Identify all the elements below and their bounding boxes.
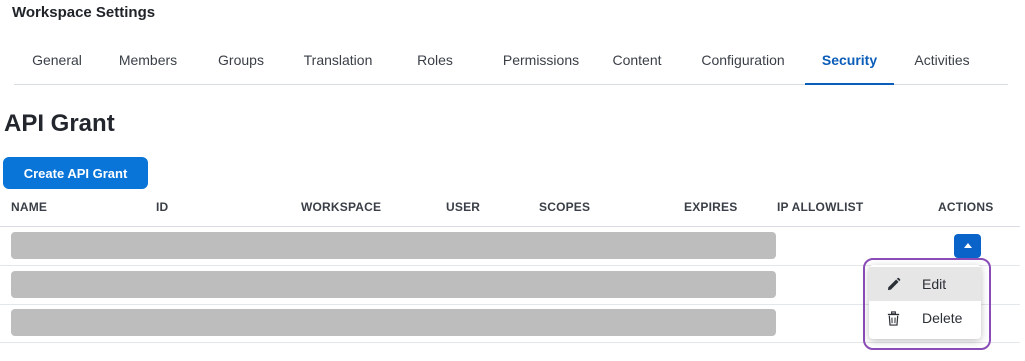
tab-members[interactable]: Members bbox=[100, 36, 196, 84]
column-header-scopes: SCOPES bbox=[539, 200, 591, 214]
row-placeholder bbox=[11, 232, 776, 259]
tab-translation[interactable]: Translation bbox=[286, 36, 390, 84]
section-title: API Grant bbox=[4, 110, 115, 137]
tab-activities[interactable]: Activities bbox=[902, 36, 982, 84]
caret-up-icon bbox=[964, 243, 972, 248]
menu-item-label: Edit bbox=[922, 276, 947, 292]
menu-item-label: Delete bbox=[922, 310, 963, 326]
table-header: NAME ID WORKSPACE USER SCOPES EXPIRES IP… bbox=[0, 196, 1020, 227]
settings-tabs: General Members Groups Translation Roles… bbox=[14, 36, 1008, 85]
create-api-grant-button[interactable]: Create API Grant bbox=[3, 157, 148, 189]
trash-icon bbox=[887, 311, 900, 326]
tab-permissions[interactable]: Permissions bbox=[480, 36, 602, 84]
menu-item-delete[interactable]: Delete bbox=[869, 301, 981, 335]
column-header-workspace: WORKSPACE bbox=[301, 200, 382, 214]
column-header-id: ID bbox=[156, 200, 169, 214]
page-title: Workspace Settings bbox=[12, 4, 156, 21]
row-actions-button[interactable] bbox=[954, 234, 981, 258]
tab-configuration[interactable]: Configuration bbox=[684, 36, 802, 84]
tab-roles[interactable]: Roles bbox=[390, 36, 480, 84]
tab-general[interactable]: General bbox=[14, 36, 100, 84]
column-header-user: USER bbox=[446, 200, 481, 214]
pencil-icon bbox=[887, 277, 901, 291]
column-header-name: NAME bbox=[11, 200, 48, 214]
column-header-expires: EXPIRES bbox=[684, 200, 738, 214]
menu-item-edit[interactable]: Edit bbox=[869, 267, 981, 301]
row-placeholder bbox=[11, 309, 776, 336]
tab-security[interactable]: Security bbox=[805, 36, 894, 85]
tab-content[interactable]: Content bbox=[602, 36, 672, 84]
column-header-ip-allowlist: IP ALLOWLIST bbox=[777, 200, 864, 214]
row-actions-menu: Edit Delete bbox=[869, 265, 981, 339]
row-placeholder bbox=[11, 271, 776, 298]
tab-groups[interactable]: Groups bbox=[196, 36, 286, 84]
column-header-actions: ACTIONS bbox=[938, 200, 994, 214]
